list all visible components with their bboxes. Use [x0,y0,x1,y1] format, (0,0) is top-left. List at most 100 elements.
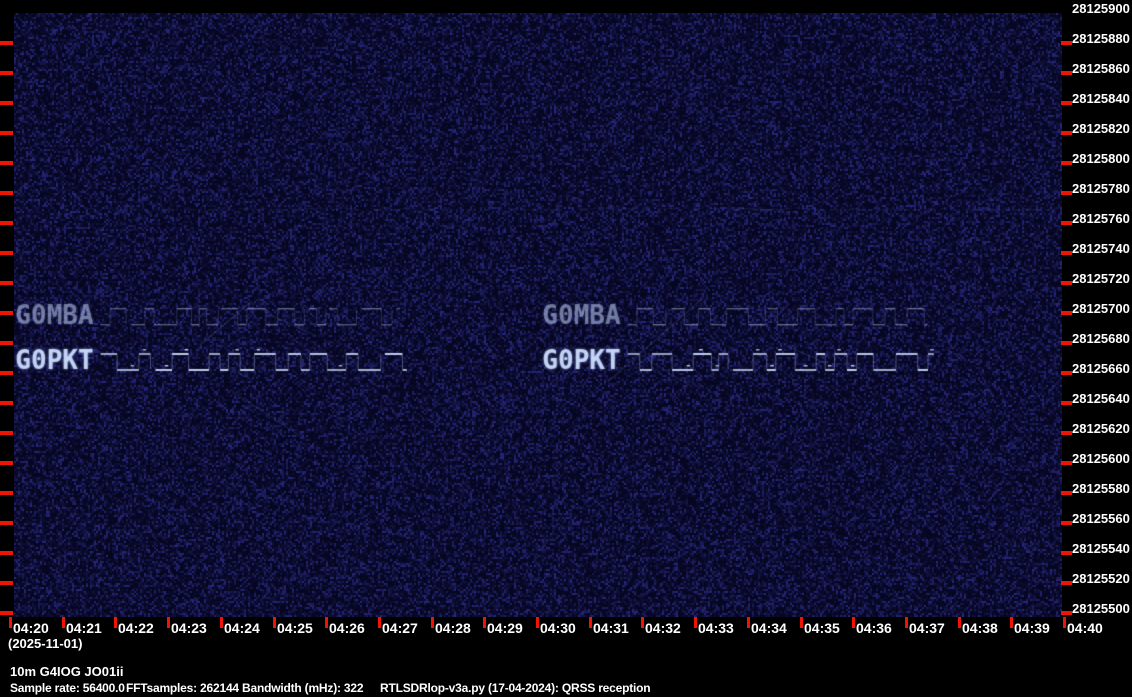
freq-tick-mark-right [1061,611,1072,615]
freq-tick-label: 28125780 [1072,181,1132,196]
freq-tick-mark-right [1061,311,1072,315]
freq-tick-mark-right [1061,431,1072,435]
freq-tick-mark-right [1061,251,1072,255]
time-tick-mark [694,617,697,628]
time-tick-label: 04:29 [487,620,523,636]
time-tick-label: 04:38 [962,620,998,636]
freq-tick-label: 28125720 [1072,271,1132,286]
time-tick-mark [1063,617,1066,628]
time-tick-label: 04:26 [329,620,365,636]
time-tick-mark [220,617,223,628]
freq-tick-mark-left [0,611,13,615]
time-tick-mark [800,617,803,628]
freq-tick-mark-left [0,191,13,195]
time-tick-mark [641,617,644,628]
freq-tick-label: 28125620 [1072,421,1132,436]
freq-tick-label: 28125860 [1072,61,1132,76]
freq-tick-mark-left [0,551,13,555]
freq-tick-mark-right [1061,401,1072,405]
freq-tick-mark-right [1061,101,1072,105]
time-tick-label: 04:24 [224,620,260,636]
freq-tick-mark-left [0,101,13,105]
freq-tick-label: 28125760 [1072,211,1132,226]
freq-tick-label: 28125820 [1072,121,1132,136]
fft-samples-info: FFTsamples: 262144 [126,681,239,695]
freq-tick-mark-left [0,371,13,375]
freq-tick-mark-left [0,131,13,135]
date-label: (2025-11-01) [8,636,82,651]
freq-tick-mark-right [1061,281,1072,285]
time-tick-mark [167,617,170,628]
freq-tick-mark-right [1061,551,1072,555]
freq-tick-mark-right [1061,371,1072,375]
freq-tick-label: 28125800 [1072,151,1132,166]
time-tick-mark [431,617,434,628]
time-tick-label: 04:27 [382,620,418,636]
time-tick-mark [273,617,276,628]
freq-tick-mark-left [0,581,13,585]
time-tick-mark [747,617,750,628]
time-tick-label: 04:21 [66,620,102,636]
freq-tick-mark-left [0,311,13,315]
time-tick-label: 04:30 [540,620,576,636]
freq-tick-mark-left [0,221,13,225]
freq-tick-mark-left [0,341,13,345]
freq-tick-mark-right [1061,461,1072,465]
freq-tick-mark-right [1061,131,1072,135]
time-tick-mark [325,617,328,628]
time-tick-mark [589,617,592,628]
sample-rate-info: Sample rate: 56400.0 [10,681,125,695]
freq-tick-label: 28125880 [1072,31,1132,46]
time-tick-mark [852,617,855,628]
freq-tick-mark-right [1061,221,1072,225]
time-tick-label: 04:25 [277,620,313,636]
freq-tick-mark-right [1061,71,1072,75]
time-tick-label: 04:37 [909,620,945,636]
freq-tick-mark-left [0,41,13,45]
app-version-info: RTLSDRlop-v3a.py (17-04-2024): QRSS rece… [380,681,650,695]
time-tick-label: 04:36 [856,620,892,636]
time-tick-label: 04:23 [171,620,207,636]
freq-tick-mark-right [1061,521,1072,525]
time-tick-label: 04:39 [1014,620,1050,636]
freq-tick-label: 28125600 [1072,451,1132,466]
freq-tick-mark-left [0,161,13,165]
freq-tick-mark-left [0,281,13,285]
time-tick-label: 04:22 [118,620,154,636]
freq-tick-label: 28125840 [1072,91,1132,106]
freq-tick-label: 28125580 [1072,481,1132,496]
freq-tick-label: 28125900 [1072,1,1132,16]
freq-tick-mark-right [1061,41,1072,45]
freq-tick-label: 28125560 [1072,511,1132,526]
freq-tick-label: 28125740 [1072,241,1132,256]
time-tick-mark [958,617,961,628]
time-tick-label: 04:33 [698,620,734,636]
freq-tick-mark-right [1061,161,1072,165]
time-tick-label: 04:40 [1067,620,1103,636]
freq-tick-label: 28125660 [1072,361,1132,376]
freq-tick-mark-left [0,521,13,525]
freq-tick-mark-left [0,491,13,495]
time-tick-mark [114,617,117,628]
station-info: 10m G4IOG JO01ii [10,664,123,679]
bandwidth-info: Bandwidth (mHz): 322 [242,681,363,695]
freq-tick-label: 28125540 [1072,541,1132,556]
freq-tick-mark-right [1061,191,1072,195]
freq-tick-mark-left [0,401,13,405]
time-tick-mark [483,617,486,628]
freq-tick-mark-left [0,431,13,435]
freq-tick-label: 28125700 [1072,301,1132,316]
time-tick-mark [905,617,908,628]
freq-tick-mark-right [1061,581,1072,585]
freq-tick-mark-right [1061,491,1072,495]
time-tick-label: 04:35 [804,620,840,636]
time-tick-label: 04:34 [751,620,787,636]
time-tick-mark [1010,617,1013,628]
freq-tick-mark-left [0,71,13,75]
freq-tick-label: 28125500 [1072,601,1132,616]
freq-tick-mark-right [1061,341,1072,345]
freq-tick-mark-left [0,461,13,465]
time-tick-label: 04:31 [593,620,629,636]
freq-tick-label: 28125680 [1072,331,1132,346]
time-tick-label: 04:20 [13,620,49,636]
